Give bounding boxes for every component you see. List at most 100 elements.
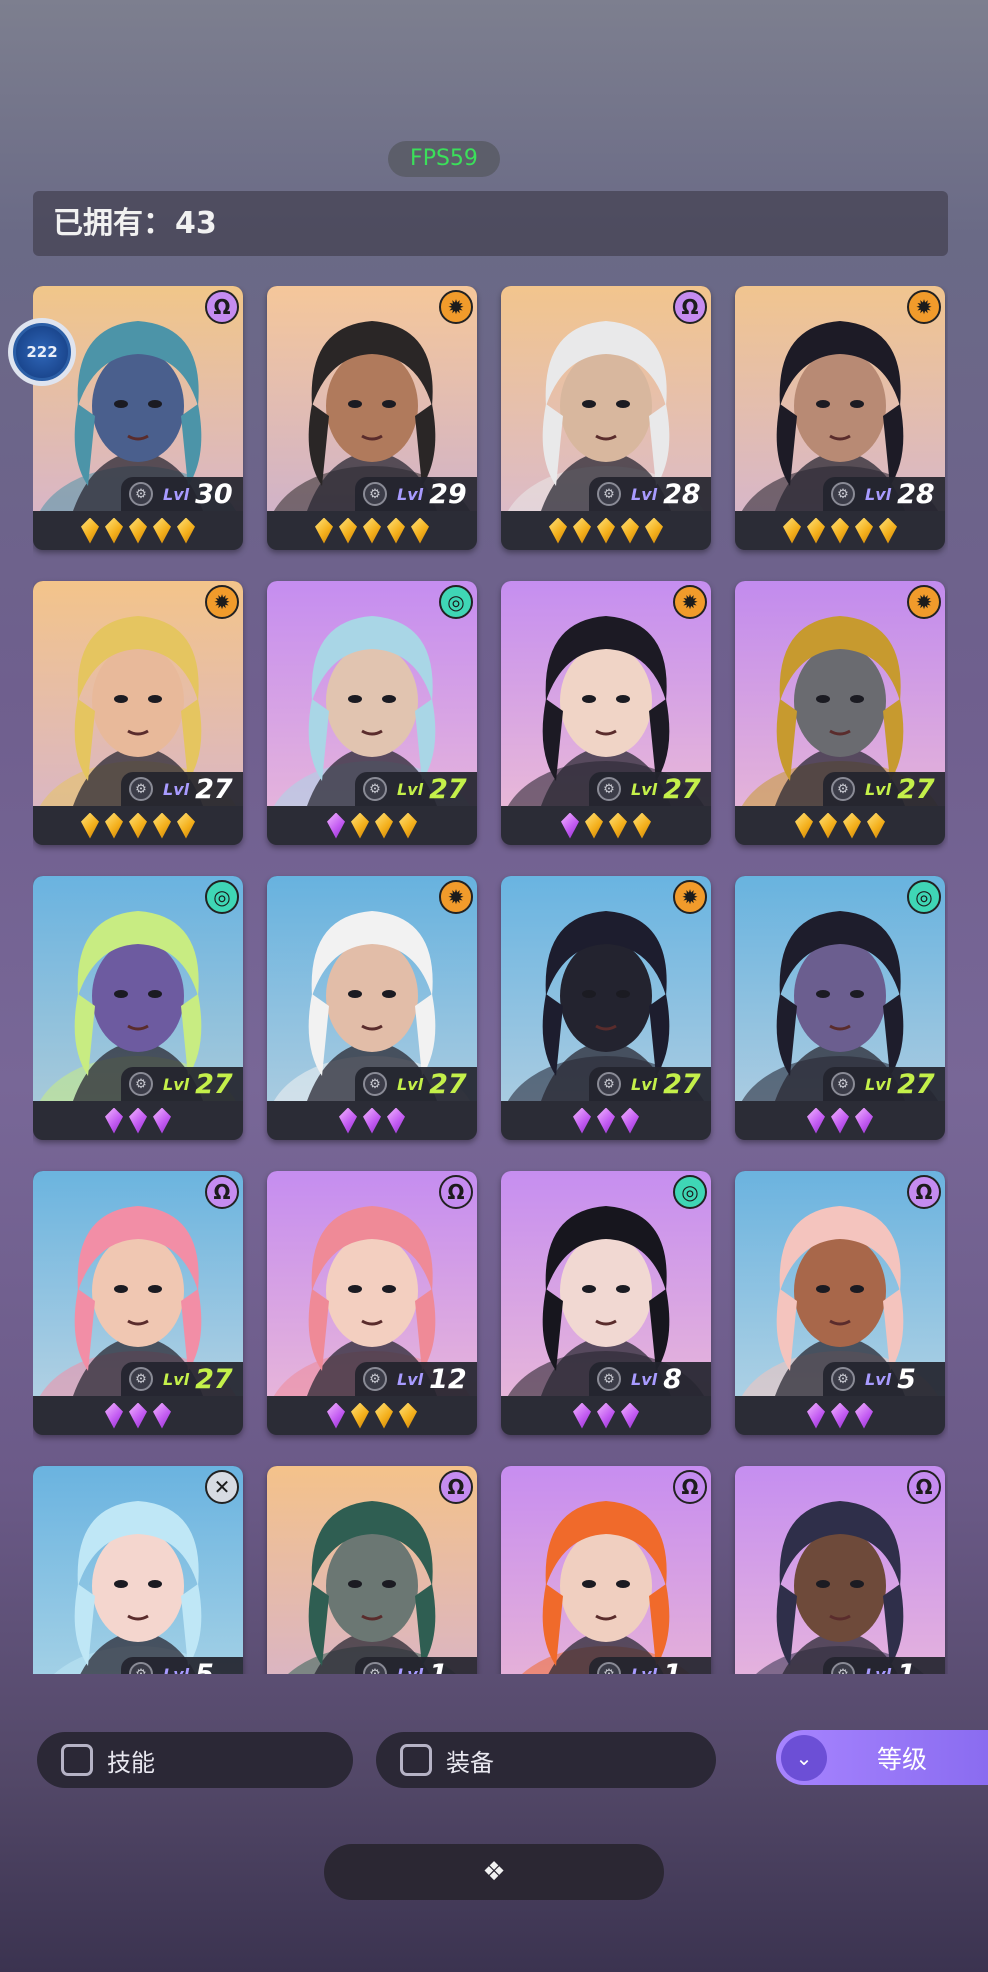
gold-gem-icon bbox=[831, 517, 849, 544]
level-value: 5 bbox=[897, 1363, 916, 1395]
purple-gem-icon bbox=[363, 1107, 381, 1134]
purple-gem-icon bbox=[387, 1107, 405, 1134]
gold-gem-icon bbox=[843, 812, 861, 839]
gold-gem-icon bbox=[795, 812, 813, 839]
gold-gem-icon bbox=[375, 812, 393, 839]
hero-card[interactable]: Ω ⚙ Lvl 27 bbox=[33, 1171, 243, 1435]
gold-gem-icon bbox=[363, 517, 381, 544]
omega-rune-icon: Ω bbox=[673, 1470, 707, 1504]
hero-card[interactable]: Ω ⚙ Lvl 1 bbox=[267, 1466, 477, 1674]
purple-gem-icon bbox=[105, 1107, 123, 1134]
level-value: 8 bbox=[663, 1363, 682, 1395]
hero-card[interactable]: ✕ ⚙ Lvl 5 bbox=[33, 1466, 243, 1674]
double-chevron-down-icon: ⌄ bbox=[781, 1734, 827, 1781]
sort-level-button[interactable]: ⌄ 等级 bbox=[776, 1730, 988, 1785]
hero-card[interactable]: ✹ ⚙ Lvl 29 bbox=[267, 286, 477, 550]
hero-card[interactable]: ✹ ⚙ Lvl 28 bbox=[735, 286, 945, 550]
player-avatar[interactable]: 222 bbox=[8, 318, 76, 386]
level-prefix: Lvl bbox=[865, 1664, 892, 1675]
hero-card[interactable]: ◎ ⚙ Lvl 27 bbox=[735, 876, 945, 1140]
hero-card[interactable]: ✹ ⚙ Lvl 27 bbox=[735, 581, 945, 845]
level-prefix: Lvl bbox=[865, 484, 892, 504]
hero-card[interactable]: Ω ⚙ Lvl 28 bbox=[501, 286, 711, 550]
hero-card[interactable]: Ω ⚙ Lvl 1 bbox=[501, 1466, 711, 1674]
purple-gem-icon bbox=[339, 1107, 357, 1134]
sun-gear-icon: ✹ bbox=[439, 880, 473, 914]
gear-icon: ⚙ bbox=[597, 1072, 621, 1096]
omega-rune-icon: Ω bbox=[907, 1175, 941, 1209]
purple-gem-icon bbox=[807, 1107, 825, 1134]
gold-gem-icon bbox=[879, 517, 897, 544]
gear-icon: ⚙ bbox=[363, 777, 387, 801]
level-prefix: Lvl bbox=[865, 1074, 892, 1094]
purple-gem-icon bbox=[573, 1107, 591, 1134]
level-bar: ⚙ Lvl 27 bbox=[121, 772, 243, 806]
fps-counter: FPS59 bbox=[388, 141, 500, 177]
level-prefix: Lvl bbox=[631, 1369, 658, 1389]
sun-gear-icon: ✹ bbox=[907, 585, 941, 619]
gold-gem-icon bbox=[315, 517, 333, 544]
equipment-filter-label: 装备 bbox=[446, 1748, 494, 1777]
gold-gem-icon bbox=[375, 1402, 393, 1429]
rank-gems bbox=[267, 1101, 477, 1140]
purple-gem-icon bbox=[831, 1107, 849, 1134]
gold-gem-icon bbox=[177, 812, 195, 839]
equipment-checkbox[interactable] bbox=[400, 1744, 432, 1776]
collapse-button[interactable]: ❖ bbox=[324, 1844, 664, 1900]
level-prefix: Lvl bbox=[865, 1369, 892, 1389]
gear-icon: ⚙ bbox=[363, 1072, 387, 1096]
hero-card[interactable]: ◎ ⚙ Lvl 8 bbox=[501, 1171, 711, 1435]
rank-gems bbox=[501, 1101, 711, 1140]
gear-icon: ⚙ bbox=[363, 482, 387, 506]
purple-gem-icon bbox=[153, 1107, 171, 1134]
sort-level-label: 等级 bbox=[877, 1744, 928, 1774]
skills-checkbox[interactable] bbox=[61, 1744, 93, 1776]
hero-card[interactable]: ✹ ⚙ Lvl 27 bbox=[501, 581, 711, 845]
hero-card[interactable]: ✹ ⚙ Lvl 27 bbox=[33, 581, 243, 845]
level-bar: ⚙ Lvl 27 bbox=[355, 1067, 477, 1101]
purple-gem-icon bbox=[561, 812, 579, 839]
spiral-icon: ◎ bbox=[673, 1175, 707, 1209]
hero-card[interactable]: Ω ⚙ Lvl 5 bbox=[735, 1171, 945, 1435]
hero-card[interactable]: Ω ⚙ Lvl 1 bbox=[735, 1466, 945, 1674]
level-bar: ⚙ Lvl 27 bbox=[589, 772, 711, 806]
purple-gem-icon bbox=[621, 1402, 639, 1429]
gold-gem-icon bbox=[339, 517, 357, 544]
gold-gem-icon bbox=[399, 812, 417, 839]
gold-gem-icon bbox=[105, 517, 123, 544]
cross-icon: ✕ bbox=[205, 1470, 239, 1504]
hero-card[interactable]: ◎ ⚙ Lvl 27 bbox=[33, 876, 243, 1140]
spiral-icon: ◎ bbox=[907, 880, 941, 914]
level-prefix: Lvl bbox=[163, 1369, 190, 1389]
gold-gem-icon bbox=[81, 517, 99, 544]
gold-gem-icon bbox=[411, 517, 429, 544]
sun-gear-icon: ✹ bbox=[205, 585, 239, 619]
level-prefix: Lvl bbox=[397, 779, 424, 799]
level-bar: ⚙ Lvl 27 bbox=[823, 1067, 945, 1101]
hero-card[interactable]: ✹ ⚙ Lvl 27 bbox=[501, 876, 711, 1140]
equipment-filter[interactable]: 装备 bbox=[376, 1732, 716, 1788]
level-value: 27 bbox=[429, 1068, 467, 1100]
level-bar: ⚙ Lvl 27 bbox=[121, 1362, 243, 1396]
gold-gem-icon bbox=[621, 517, 639, 544]
omega-rune-icon: Ω bbox=[907, 1470, 941, 1504]
purple-gem-icon bbox=[597, 1107, 615, 1134]
rank-gems bbox=[735, 806, 945, 845]
rank-gems bbox=[267, 806, 477, 845]
level-bar: ⚙ Lvl 1 bbox=[355, 1657, 477, 1674]
omega-rune-icon: Ω bbox=[205, 290, 239, 324]
level-value: 5 bbox=[195, 1658, 214, 1675]
hero-card[interactable]: ✹ ⚙ Lvl 27 bbox=[267, 876, 477, 1140]
purple-gem-icon bbox=[855, 1402, 873, 1429]
rank-gems bbox=[33, 511, 243, 550]
omega-rune-icon: Ω bbox=[439, 1470, 473, 1504]
hero-card[interactable]: Ω ⚙ Lvl 12 bbox=[267, 1171, 477, 1435]
gear-icon: ⚙ bbox=[831, 777, 855, 801]
gold-gem-icon bbox=[645, 517, 663, 544]
gear-icon: ⚙ bbox=[831, 1072, 855, 1096]
hero-card[interactable]: ◎ ⚙ Lvl 27 bbox=[267, 581, 477, 845]
skills-filter[interactable]: 技能 bbox=[37, 1732, 353, 1788]
rank-gems bbox=[33, 1396, 243, 1435]
gold-gem-icon bbox=[609, 812, 627, 839]
purple-gem-icon bbox=[807, 1402, 825, 1429]
